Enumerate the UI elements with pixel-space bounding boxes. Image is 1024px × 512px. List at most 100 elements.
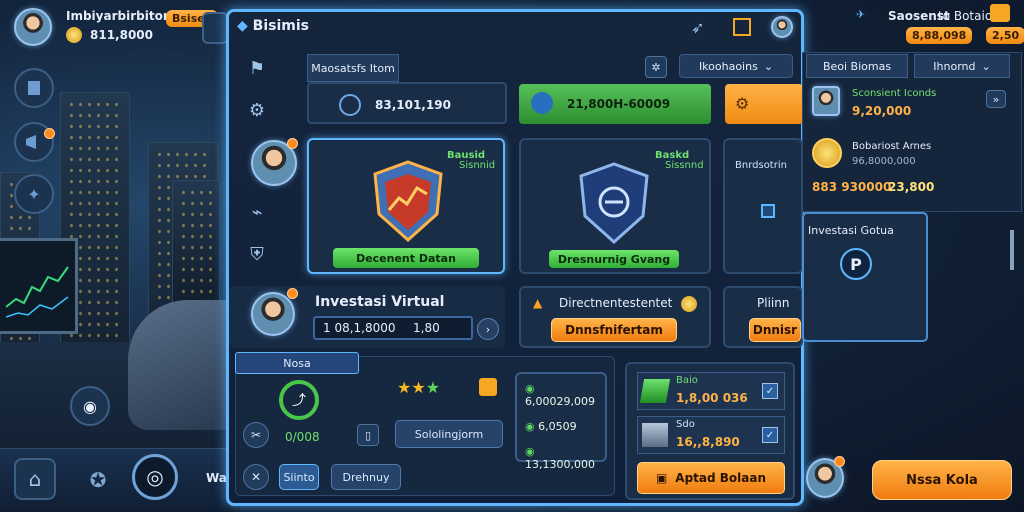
diamond-icon: ◆ [237,18,248,34]
bird-icon: ✈ [856,8,866,21]
bag-icon: ▣ [655,471,668,485]
home-icon[interactable]: ⌂ [14,458,56,500]
card1-button[interactable]: Decenent Datan [333,248,479,268]
notification-badge [44,128,55,139]
stats-row: ◉ 13,1300,000 [525,445,595,471]
outline-button[interactable]: Drehnuy [331,464,401,490]
shield-badge-icon [531,92,553,114]
stat1-value: 83,101,190 [375,98,451,112]
card1-tag2: Sisnnid [459,160,496,171]
camera-icon[interactable]: ◉ [70,386,110,426]
stats-list: ◉ 6,00029,009 ◉ 6,0509 ◉ 13,1300,000 [515,372,607,471]
filter-dropdown[interactable]: Ikoohaoins ⌄ [679,54,793,78]
right-dropdown-1[interactable]: Beoi Biomas [806,54,908,78]
shop-item-2[interactable]: Sdo 16,,8,890 ✓ [637,416,785,454]
item2-title: Bobariost Arnes [852,141,932,152]
topbar-coins: 8,88,098 [906,27,973,44]
growth-ring-icon[interactable]: ⤴ [279,380,319,420]
laptop-icon [642,423,668,447]
chart-icon[interactable]: ⌁ [243,198,271,226]
header-avatar[interactable] [771,16,793,38]
cube-icon [761,204,775,218]
investor-avatar[interactable] [251,292,295,336]
building-icon[interactable] [14,68,54,108]
shop-item-1[interactable]: Baio 1,8,00 036 ✓ [637,372,785,410]
stats-row: ◉ 6,0509 [525,420,577,433]
check-icon [339,94,361,116]
shop2-value: 16,,8,890 [676,435,740,449]
direct-button[interactable]: Dnnsfnifertam [551,318,677,342]
business-card-1[interactable]: Bausid Sisnnid Decenent Datan [307,138,505,274]
tools-icon[interactable]: ✂ [243,422,269,448]
item1-action-icon[interactable]: » [986,90,1006,108]
business-card-3[interactable]: Bnrdsotrin [723,138,803,274]
badge-icon[interactable]: ✪ [78,460,118,500]
target-icon[interactable]: ◎ [132,454,178,500]
card3-label: Bnrdsotrin [735,160,787,171]
coin-small-icon [681,296,697,312]
gear-icon[interactable]: ⚙ [243,96,271,124]
investasi-suffix: 1,80 [413,321,440,335]
tool-cross-icon[interactable]: ✕ [243,464,269,490]
shop-card: Baio 1,8,00 036 ✓ Sdo 16,,8,890 ✓ ▣ Aptad… [625,362,795,500]
tab-label[interactable]: Maosatsfs Itom [307,54,399,82]
item2-sub: 96,8000,000 [852,156,916,167]
right-dropdown-2[interactable]: Ihnornd ⌄ [914,54,1010,78]
item1-avatar [812,86,840,116]
stats-row: ◉ 6,00029,009 [525,382,595,408]
star-tool-icon[interactable]: ✦ [14,174,54,214]
frame-icon[interactable] [733,18,751,36]
stats-list-items: ◉ 6,00029,009 ◉ 6,0509 ◉ 13,1300,000 [525,382,605,471]
right-card-title: Investasi Gotua [808,224,894,237]
shop-button[interactable]: ▣ Aptad Bolaan [637,462,785,494]
chest-icon[interactable] [479,378,497,396]
business-panel: ◆ Bisimis ➶ ⚑ ⚙ ⌁ ⛨ Maosatsfs Itom ✲ Iko… [226,9,804,506]
gear-promo-card[interactable]: ⚙ [725,84,803,124]
panel-title: ◆ Bisimis [237,18,309,34]
shield-small-icon[interactable]: ⛨ [243,240,271,268]
investasi-input[interactable]: 1 08,1,8000 1,80 [313,316,473,340]
chevron-down-icon: ⌄ [763,59,774,73]
chevron-right-icon[interactable]: › [477,318,499,340]
item1-title: Sconsient Iconds [852,88,937,99]
stat-card-2: 21,800H-60009 [519,84,711,124]
player-avatar[interactable] [14,8,52,46]
shop2-label: Sdo [676,419,695,430]
small-button[interactable]: Siinto [279,464,319,490]
bottom-left-label: Wa [206,471,227,485]
investasi-gotua-card[interactable]: Investasi Gotua P [802,212,928,342]
settings-icon[interactable]: ✲ [645,56,667,78]
business-card-2[interactable]: Baskd Sissnnd Dresnurnig Gvang [519,138,711,274]
bottom-right-button[interactable]: Nssa Kola [872,460,1012,500]
scrollbar[interactable] [1010,230,1014,270]
gold-coin-icon [812,138,842,168]
card2-button[interactable]: Dresnurnig Gvang [549,250,679,268]
flag-icon[interactable]: ⚑ [243,54,271,82]
avatar-badge [287,138,298,149]
blue-shield-icon [579,162,649,245]
stat-card-1: 83,101,190 [307,82,507,124]
car [128,300,238,430]
checkbox-icon[interactable]: ✓ [762,383,778,399]
doc-icon[interactable]: ▯ [357,424,379,446]
chevron-down-icon: ⌄ [981,59,991,73]
bottom-action-button[interactable]: Sololingjorm [395,420,503,448]
stars-icon: ★★★ [397,378,441,397]
item2-value-a: 883 930000 [812,180,892,194]
plan-button[interactable]: Dnnisr [749,318,801,342]
rocket-icon[interactable]: ➶ [691,18,704,37]
bottom-value: 0/008 [285,430,320,444]
player-coins: 811,8000 [90,28,154,42]
checkbox-icon[interactable]: ✓ [762,427,778,443]
share-icon[interactable] [202,12,228,44]
menu-icon[interactable] [990,4,1010,22]
cash-icon [639,379,671,403]
topbar-pill: 2,50 [986,27,1024,44]
laptop-chart [0,238,78,334]
shop-button-label: Aptad Bolaan [675,471,767,485]
tab-nosa[interactable]: Nosa [235,352,359,374]
direct-title: Directnentestentet [559,296,673,310]
investasi-card: Investasi Virtual 1 08,1,8000 1,80 › [229,286,505,348]
warning-icon: ▲ [533,296,543,310]
plan-card: Pliinn Dnnisr [723,286,803,348]
